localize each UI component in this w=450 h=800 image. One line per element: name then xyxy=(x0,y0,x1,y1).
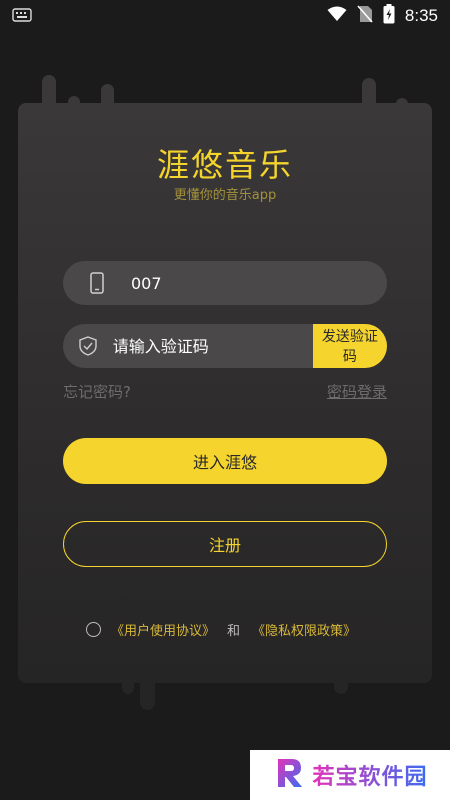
watermark-text: 若宝软件园 xyxy=(312,759,427,791)
clock: 8:35 xyxy=(404,6,438,25)
app-subtitle: 更懂你的音乐app xyxy=(173,188,277,203)
user-agreement-link[interactable]: 《用户使用协议》 xyxy=(111,620,215,639)
watermark-logo-icon xyxy=(272,756,306,794)
battery-charging-icon xyxy=(383,4,395,28)
register-button[interactable]: 注册 xyxy=(63,521,387,567)
card-drip xyxy=(334,664,348,694)
phone-icon xyxy=(63,272,131,294)
app-title: 涯悠音乐 xyxy=(156,146,293,184)
forgot-password-link[interactable]: 忘记密码? xyxy=(63,381,131,402)
keyboard-icon xyxy=(12,7,32,26)
enter-button[interactable]: 进入涯悠 xyxy=(63,438,387,484)
send-code-button[interactable]: 发送验证码 xyxy=(312,324,387,368)
code-input[interactable] xyxy=(112,336,313,356)
code-field[interactable]: 发送验证码 xyxy=(63,324,387,368)
status-bar: 8:35 xyxy=(0,0,450,32)
card-drip xyxy=(122,664,134,694)
phone-field[interactable] xyxy=(63,261,387,305)
agreement-radio[interactable] xyxy=(86,622,101,637)
shield-check-icon xyxy=(63,336,113,356)
agreement-row: 《用户使用协议》 和 《隐私权限政策》 xyxy=(86,620,356,639)
card-drip xyxy=(140,664,155,710)
no-sim-icon xyxy=(357,5,373,27)
agreement-and-text: 和 xyxy=(227,624,241,639)
password-login-link[interactable]: 密码登录 xyxy=(327,381,387,402)
watermark: 若宝软件园 xyxy=(250,750,450,800)
phone-input[interactable] xyxy=(131,273,387,293)
wifi-icon xyxy=(327,6,347,26)
privacy-policy-link[interactable]: 《隐私权限政策》 xyxy=(252,620,356,639)
